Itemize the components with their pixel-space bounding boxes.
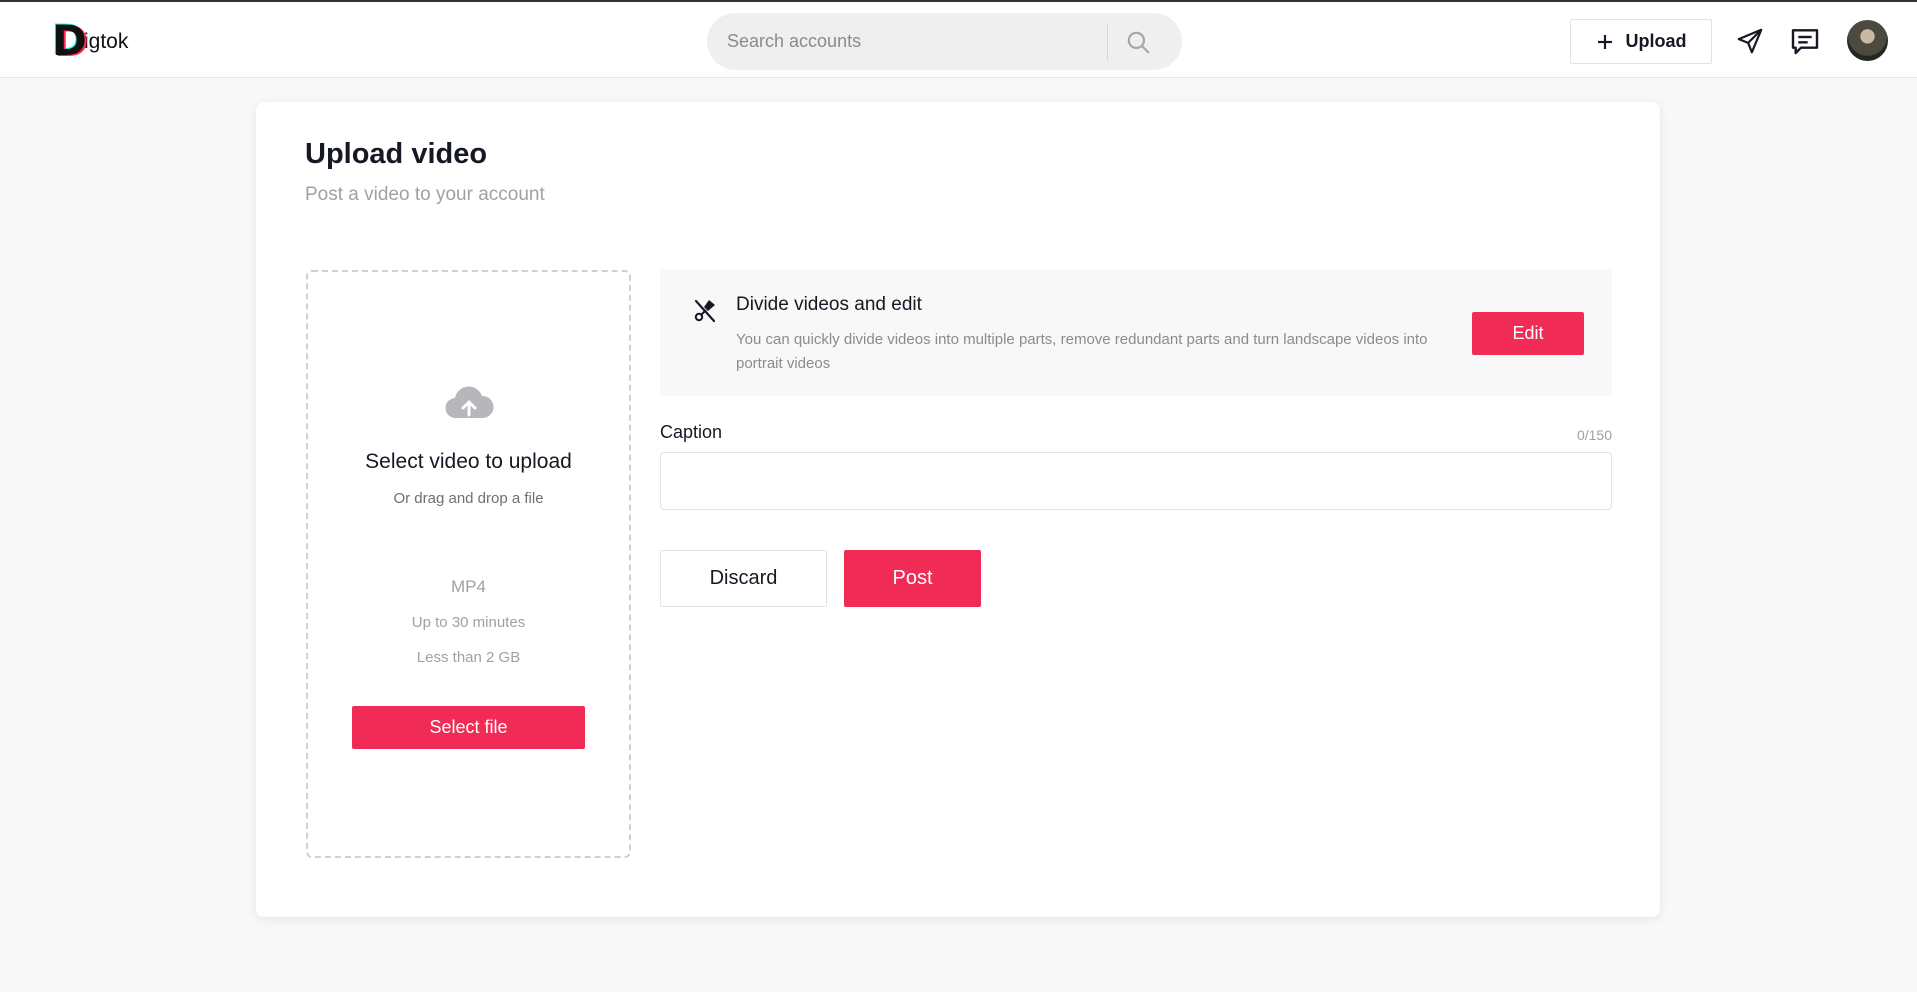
post-button[interactable]: Post <box>844 550 981 607</box>
upload-card: Upload video Post a video to your accoun… <box>256 102 1660 917</box>
message-icon <box>1791 29 1819 55</box>
edit-panel-description: You can quickly divide videos into multi… <box>736 331 1428 372</box>
logo-mark: D D D <box>48 16 89 65</box>
dropzone-size: Less than 2 GB <box>416 649 521 666</box>
logo-text: igtok <box>84 30 129 53</box>
scissors-icon <box>694 299 716 323</box>
divide-edit-panel: Divide videos and edit You can quickly d… <box>660 270 1612 396</box>
dropzone-format: MP4 <box>451 577 486 596</box>
messages-button[interactable] <box>1788 24 1822 58</box>
search-input[interactable] <box>707 13 1107 70</box>
select-file-button[interactable]: Select file <box>352 706 585 749</box>
plus-icon <box>1597 34 1612 49</box>
search-bar <box>707 13 1182 70</box>
send-icon <box>1737 28 1763 54</box>
edit-panel-title: Divide videos and edit <box>736 294 922 315</box>
search-button[interactable] <box>1108 13 1168 70</box>
caption-label: Caption <box>660 422 723 442</box>
video-dropzone[interactable]: Select video to upload Or drag and drop … <box>306 270 631 858</box>
upload-button-label: Upload <box>1625 31 1687 51</box>
search-icon <box>1127 31 1150 53</box>
avatar[interactable] <box>1847 20 1888 61</box>
logo-letter: D <box>52 16 87 65</box>
cloud-upload-icon <box>445 386 494 419</box>
caption-input[interactable] <box>660 452 1612 510</box>
inbox-send-button[interactable] <box>1733 24 1767 58</box>
dropzone-title: Select video to upload <box>365 450 572 473</box>
caption-counter: 0/150 <box>1576 427 1612 443</box>
discard-button[interactable]: Discard <box>660 550 827 607</box>
page-subtitle: Post a video to your account <box>305 184 545 205</box>
dropzone-duration: Up to 30 minutes <box>411 614 526 631</box>
top-navbar: D D D igtok Upload <box>0 0 1917 78</box>
dropzone-subtitle: Or drag and drop a file <box>393 490 544 507</box>
upload-button[interactable]: Upload <box>1570 19 1712 64</box>
page-title: Upload video <box>305 138 488 170</box>
edit-button[interactable]: Edit <box>1472 312 1584 355</box>
logo[interactable]: D D D igtok <box>48 14 129 65</box>
